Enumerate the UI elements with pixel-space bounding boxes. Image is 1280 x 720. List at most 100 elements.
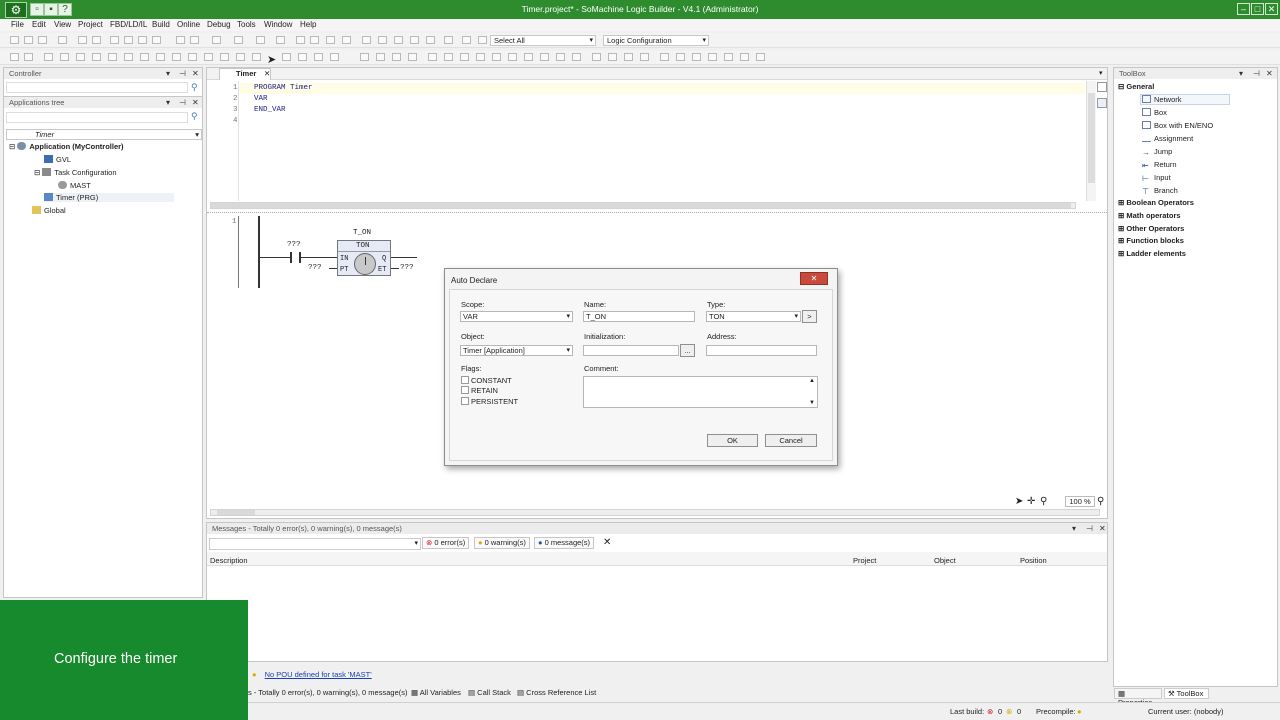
menu-help[interactable]: Help (300, 20, 316, 29)
step-out-icon[interactable] (410, 36, 419, 44)
message-source-select[interactable]: ▾ (209, 538, 421, 550)
toolbox-group-math[interactable]: ⊞ Math operators (1118, 211, 1181, 220)
tree-item-global[interactable]: Global (32, 206, 66, 215)
scroll-up-icon[interactable]: ▲ (809, 378, 815, 384)
undo-icon[interactable] (78, 36, 87, 44)
fbd-tool-icon[interactable] (376, 53, 385, 61)
fbd-tool-icon[interactable] (476, 53, 485, 61)
fbd-tool-icon[interactable] (708, 53, 717, 61)
menu-project[interactable]: Project (78, 20, 103, 29)
ok-button[interactable]: OK (707, 434, 758, 447)
fbd-tool-icon[interactable] (508, 53, 517, 61)
tab-toolbox[interactable]: ⚒ ToolBox (1164, 688, 1209, 699)
login-icon[interactable] (296, 36, 305, 44)
search-icon[interactable]: ⚲ (191, 82, 198, 93)
fbd-tool-icon[interactable] (314, 53, 323, 61)
initialization-browse-button[interactable]: ... (680, 344, 695, 357)
task-warning[interactable]: ● No POU defined for task 'MAST' (252, 670, 372, 679)
tab-close-icon[interactable]: ✕ (264, 69, 270, 79)
menu-view[interactable]: View (54, 20, 71, 29)
tab-all-variables[interactable]: ▦ All Variables (411, 688, 461, 697)
type-browse-button[interactable]: > (802, 310, 817, 323)
toolbox-item-box[interactable]: Box (1142, 108, 1167, 117)
fbd-tool-icon[interactable] (108, 53, 117, 61)
toolbox-item-network[interactable]: Network (1140, 94, 1230, 105)
cursor-icon[interactable] (444, 36, 453, 44)
message-summary-tab[interactable]: s - Totally 0 error(s), 0 warning(s), 0 … (248, 688, 408, 697)
ton-block[interactable]: TON IN PT Q ET (337, 240, 391, 276)
scroll-thumb[interactable] (217, 510, 255, 515)
run-icon[interactable] (326, 36, 335, 44)
persistent-checkbox[interactable] (461, 397, 469, 405)
type-select[interactable]: TON (706, 311, 801, 322)
fbd-tool-icon[interactable] (298, 53, 307, 61)
save-file-icon[interactable] (38, 36, 47, 44)
select-all-combo[interactable]: Select All (490, 35, 596, 46)
fbd-tool-icon[interactable] (282, 53, 291, 61)
panel-close-icon[interactable]: ✕ (192, 97, 199, 108)
menu-debug[interactable]: Debug (207, 20, 231, 29)
fbd-tool-icon[interactable] (428, 53, 437, 61)
search-icon[interactable]: ⚲ (191, 111, 198, 122)
fbd-tool-icon[interactable] (236, 53, 245, 61)
scope-select[interactable]: VAR (460, 311, 573, 322)
device-icon[interactable] (234, 36, 243, 44)
panel-pin-icon[interactable]: ⊣ (179, 97, 186, 108)
fbd-tool-icon[interactable] (724, 53, 733, 61)
fbd-tool-icon[interactable] (524, 53, 533, 61)
fbd-tool-icon[interactable] (608, 53, 617, 61)
toolbox-item-assignment[interactable]: Assignment (1142, 134, 1193, 143)
toolbox-group-other[interactable]: ⊞ Other Operators (1118, 224, 1184, 233)
stop-icon[interactable] (342, 36, 351, 44)
minimize-icon[interactable]: – (1237, 3, 1250, 15)
toolbox-group-function-blocks[interactable]: ⊞ Function blocks (1118, 236, 1184, 245)
fbd-horizontal-scrollbar[interactable] (210, 509, 1100, 516)
fbd-tool-icon[interactable] (60, 53, 69, 61)
fbd-tool-icon[interactable] (540, 53, 549, 61)
fbd-tool-icon[interactable] (676, 53, 685, 61)
warnings-filter[interactable]: ● 0 warning(s) (474, 537, 530, 549)
find-icon[interactable] (176, 36, 185, 44)
et-variable[interactable]: ??? (400, 264, 414, 272)
copy-icon[interactable] (124, 36, 133, 44)
fbd-tool-icon[interactable] (756, 53, 765, 61)
tree-selector[interactable]: Timer ▾ (6, 129, 202, 140)
fbd-tool-icon[interactable] (124, 53, 133, 61)
zoom-fit-icon[interactable]: ⚲ (1097, 496, 1104, 507)
toolbox-group-ladder[interactable]: ⊞ Ladder elements (1118, 249, 1186, 258)
menu-window[interactable]: Window (264, 20, 292, 29)
fbd-tool-icon[interactable] (360, 53, 369, 61)
fbd-tool-icon[interactable] (10, 53, 19, 61)
clear-messages-icon[interactable]: ✕ (603, 537, 611, 548)
scroll-thumb[interactable] (1088, 93, 1095, 183)
fbd-tool-icon[interactable] (460, 53, 469, 61)
fbd-tool-icon[interactable] (740, 53, 749, 61)
menu-build[interactable]: Build (152, 20, 170, 29)
declaration-editor[interactable]: 1 2 3 4 PROGRAM Timer VAR END_VAR (207, 81, 1085, 201)
fbd-tool-icon[interactable] (640, 53, 649, 61)
close-icon[interactable]: ✕ (1265, 3, 1278, 15)
tab-timer[interactable]: Timer ✕ (219, 68, 271, 80)
tree-item-timer-prg[interactable]: Timer (PRG) (44, 193, 174, 202)
fbd-tool-icon[interactable] (492, 53, 501, 61)
dialog-close-button[interactable]: ✕ (800, 272, 828, 285)
initialization-field[interactable] (583, 345, 679, 356)
decl-vertical-scrollbar[interactable] (1086, 81, 1096, 201)
fbd-tool-icon[interactable] (140, 53, 149, 61)
step-icon[interactable] (362, 36, 371, 44)
scroll-down-icon[interactable]: ▼ (809, 400, 815, 406)
pointer-icon[interactable]: ➤ (1015, 496, 1023, 507)
constant-checkbox[interactable] (461, 376, 469, 384)
panel-dropdown-icon[interactable]: ▾ (1239, 68, 1243, 79)
contact-left[interactable] (290, 252, 292, 263)
panel-close-icon[interactable]: ✕ (192, 68, 199, 79)
column-object[interactable]: Object (934, 556, 956, 565)
fbd-tool-icon[interactable] (220, 53, 229, 61)
fbd-tool-icon[interactable] (156, 53, 165, 61)
panel-pin-icon[interactable]: ⊣ (179, 68, 186, 79)
view-toggle-icon[interactable] (1097, 82, 1107, 92)
panel-dropdown-icon[interactable]: ▾ (1072, 523, 1076, 534)
tree-item-gvl[interactable]: GVL (44, 155, 71, 164)
contact-variable[interactable]: ??? (287, 241, 301, 249)
scroll-thumb[interactable] (211, 203, 1071, 208)
